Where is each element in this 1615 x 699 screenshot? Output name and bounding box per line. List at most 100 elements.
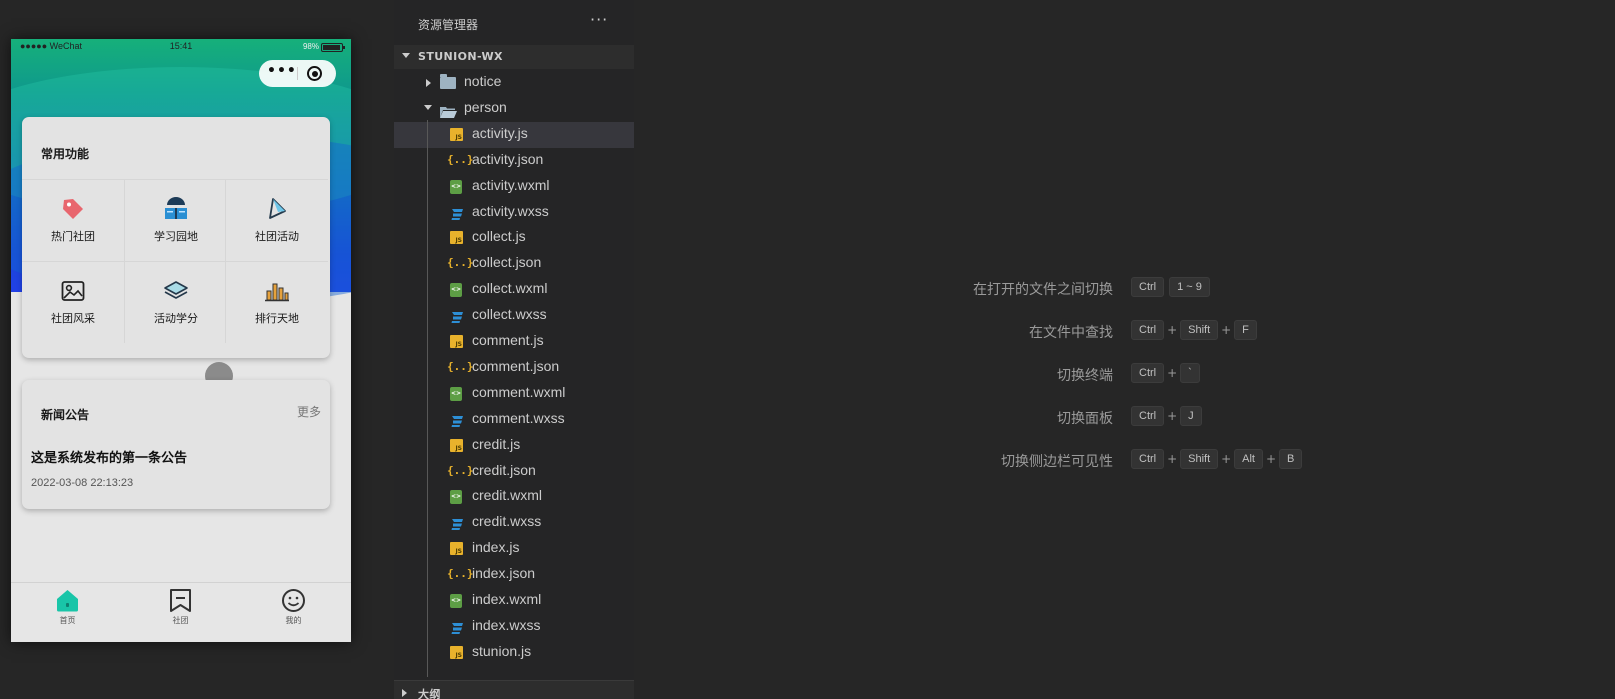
tree-file[interactable]: comment.wxss — [394, 407, 634, 433]
tree-file-label: collect.wxml — [472, 280, 548, 297]
tree-file-label: activity.wxml — [472, 176, 550, 193]
chevron-down-icon — [424, 104, 432, 110]
shortcut-label: 在文件中查找 — [1029, 325, 1113, 341]
keycap: Alt — [1234, 449, 1263, 469]
tab-profile[interactable]: 我的 — [237, 583, 350, 642]
shortcut-row: 切换终端 Ctrl + ` — [634, 362, 1615, 386]
tree-file[interactable]: activity.js — [394, 121, 634, 148]
layers-icon — [164, 281, 188, 299]
tree-file-label: activity.json — [472, 150, 544, 167]
function-label: 学习园地 — [154, 230, 198, 243]
shortcut-keys: Ctrl + Shift + Alt + B — [1131, 449, 1303, 471]
wxss-file-icon — [450, 620, 464, 634]
keycap: Ctrl — [1131, 449, 1165, 469]
tree-file[interactable]: comment.wxml — [394, 381, 634, 407]
shortcut-keys: Ctrl + J — [1131, 406, 1202, 428]
tree-file[interactable]: index.wxss — [394, 614, 634, 640]
tree-file[interactable]: {..} comment.json — [394, 355, 634, 381]
function-item-hot-clubs[interactable]: 热门社团 — [22, 179, 124, 261]
chevron-right-icon — [402, 689, 407, 697]
tree-file[interactable]: {..} activity.json — [394, 148, 634, 174]
tree-file-label: collect.wxss — [472, 306, 547, 323]
chevron-down-icon — [402, 53, 410, 58]
battery-icon — [321, 43, 345, 52]
tab-clubs[interactable]: 社团 — [124, 583, 237, 642]
wxml-file-icon — [450, 594, 462, 608]
tree-file-label: index.json — [472, 565, 536, 582]
outline-header[interactable]: 大纲 — [394, 680, 634, 699]
tab-label: 首页 — [59, 616, 76, 625]
function-item-ranking[interactable]: 排行天地 — [226, 261, 328, 343]
tag-icon — [63, 199, 83, 219]
js-file-icon — [450, 127, 463, 141]
wxml-file-icon — [450, 386, 462, 401]
tree-indent-guide — [427, 120, 428, 677]
json-file-icon: {..} — [447, 359, 474, 373]
tree-file-label: index.js — [472, 539, 520, 556]
plus-sign: + — [1167, 409, 1178, 423]
tree-file[interactable]: {..} credit.json — [394, 459, 634, 485]
tree-file[interactable]: comment.js — [394, 329, 634, 355]
wxml-file-icon — [450, 490, 462, 505]
tree-file-label: index.wxml — [472, 591, 542, 607]
tree-file[interactable]: credit.js — [394, 433, 634, 459]
function-label: 热门社团 — [51, 230, 95, 243]
news-title: 新闻公告 — [41, 408, 90, 422]
notice-item-title[interactable]: 这是系统发布的第一条公告 — [31, 447, 187, 466]
shortcut-label: 切换面板 — [1057, 411, 1113, 427]
tree-file[interactable]: activity.wxss — [394, 200, 634, 226]
function-label: 活动学分 — [154, 312, 198, 325]
js-file-icon — [450, 438, 463, 452]
capsule-divider — [297, 67, 298, 80]
tree-file[interactable]: credit.wxml — [394, 484, 634, 510]
tree-file[interactable]: credit.wxss — [394, 510, 634, 536]
json-file-icon: {..} — [447, 567, 474, 581]
tree-file[interactable]: index.wxml — [394, 588, 634, 614]
battery-label: 98% — [302, 42, 319, 51]
wxss-file-icon — [450, 309, 464, 324]
shortcut-keys: Ctrl 1 ~ 9 — [1131, 277, 1210, 299]
tree-folder-label: person — [464, 98, 507, 115]
tree-file[interactable]: {..} index.json — [394, 562, 634, 588]
function-item-club-gallery[interactable]: 社团风采 — [22, 261, 124, 343]
tree-file[interactable]: index.js — [394, 536, 634, 562]
bookmark-icon — [170, 589, 191, 612]
more-menu-button[interactable]: ••• — [267, 63, 296, 79]
news-more-link[interactable]: 更多 — [297, 403, 321, 420]
workspace-root-header[interactable]: STUNION-WX — [394, 45, 634, 69]
plus-sign: + — [1221, 323, 1232, 337]
tree-file-label: credit.js — [472, 435, 521, 452]
common-functions-card: 常用功能 热门社团 学习园地 社团活动 社团风采 活动学分 排行天地 — [22, 117, 330, 358]
json-file-icon: {..} — [447, 256, 474, 270]
keycap: Ctrl — [1131, 363, 1165, 383]
tree-file[interactable]: collect.wxss — [394, 303, 634, 329]
tree-file-label: index.wxss — [472, 616, 541, 633]
close-target-icon[interactable] — [307, 66, 322, 81]
tree-file[interactable]: stunion.js — [394, 640, 634, 666]
folder-icon — [440, 74, 456, 89]
explorer-more-button[interactable]: ··· — [590, 10, 608, 29]
bar-chart-icon — [265, 283, 289, 302]
tree-file[interactable]: activity.wxml — [394, 174, 634, 200]
bottom-tab-bar: 首页 社团 我的 — [11, 582, 351, 642]
function-item-club-activities[interactable]: 社团活动 — [226, 179, 328, 261]
tree-file-label: activity.wxss — [472, 202, 549, 219]
function-item-study-garden[interactable]: 学习园地 — [124, 179, 226, 261]
keycap: Shift — [1180, 320, 1219, 340]
tab-label: 我的 — [285, 616, 302, 625]
tree-file[interactable]: collect.js — [394, 225, 634, 251]
tree-file-label: credit.wxss — [472, 513, 542, 530]
wxss-file-icon — [450, 413, 464, 427]
function-label: 社团活动 — [255, 230, 299, 243]
tab-home[interactable]: 首页 — [11, 583, 124, 642]
tree-folder[interactable]: notice — [394, 70, 634, 96]
function-item-activity-credits[interactable]: 活动学分 — [124, 261, 226, 343]
shortcut-label: 在打开的文件之间切换 — [973, 282, 1113, 298]
tree-folder[interactable]: person — [394, 96, 634, 122]
tree-file-label: collect.js — [472, 228, 526, 245]
tree-file[interactable]: collect.wxml — [394, 277, 634, 303]
tree-file[interactable]: {..} collect.json — [394, 251, 634, 277]
mini-program-capsule: ••• — [259, 60, 336, 87]
outline-label: 大纲 — [418, 688, 441, 699]
wechat-simulator: ●●●●● WeChat 15:41 98% ••• 常用功能 热门社团 学习园… — [11, 39, 351, 642]
